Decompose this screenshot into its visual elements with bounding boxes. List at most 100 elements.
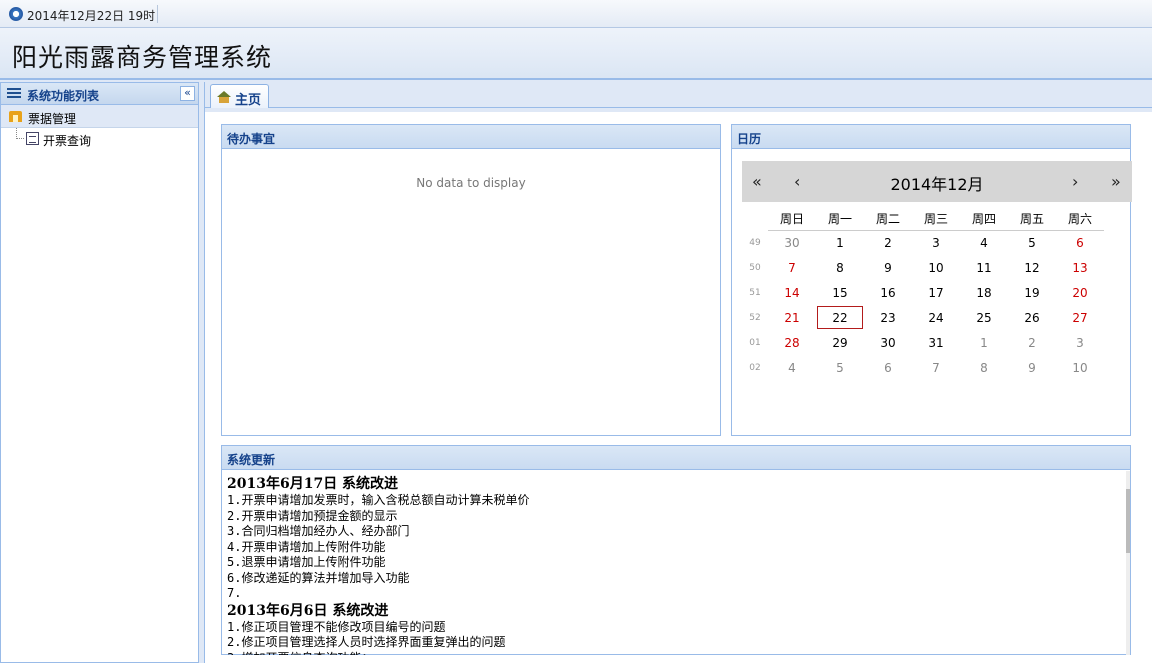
vertical-scrollbar[interactable]	[1126, 471, 1130, 655]
calendar-day[interactable]: 15	[816, 280, 864, 305]
calendar-day[interactable]: 30	[864, 330, 912, 355]
calendar-day[interactable]: 9	[864, 255, 912, 280]
tab-strip: 主页	[205, 82, 1152, 109]
separator	[157, 5, 158, 23]
calendar-day[interactable]: 14	[768, 280, 816, 305]
calendar-day[interactable]: 5	[816, 355, 864, 380]
calendar-week-row: 50 7 8 9 10 11 12 13	[742, 255, 1104, 280]
calendar-day[interactable]: 18	[960, 280, 1008, 305]
tree-node-invoice-query[interactable]: 开票查询	[1, 128, 198, 150]
update-line: 1.开票申请增加发票时，输入含税总额自动计算未税单价	[227, 493, 530, 507]
prev-month-button[interactable]: ‹	[794, 172, 800, 191]
calendar-day[interactable]: 27	[1056, 305, 1104, 330]
calendar-week-row: 02 4 5 6 7 8 9 10	[742, 355, 1104, 380]
update-line: 2.修正项目管理选择人员时选择界面重复弹出的问题	[227, 635, 506, 649]
calendar-day[interactable]: 9	[1008, 355, 1056, 380]
calendar-day[interactable]: 1	[960, 330, 1008, 355]
calendar-day[interactable]: 1	[816, 230, 864, 255]
calendar-day[interactable]: 21	[768, 305, 816, 330]
calendar-day[interactable]: 12	[1008, 255, 1056, 280]
calendar-day[interactable]: 20	[1056, 280, 1104, 305]
panel-title: 待办事宜	[227, 132, 276, 146]
week-number: 01	[749, 337, 761, 348]
calendar-day[interactable]: 24	[912, 305, 960, 330]
week-number-header	[742, 208, 768, 230]
calendar-day[interactable]: 19	[1008, 280, 1056, 305]
updates-content: 2013年6月17日 系统改进 1.开票申请增加发票时，输入含税总额自动计算未税单…	[222, 471, 1127, 655]
panel-title: 日历	[737, 132, 762, 146]
calendar-day[interactable]: 8	[960, 355, 1008, 380]
week-number: 50	[749, 262, 761, 273]
next-month-button[interactable]: ›	[1072, 172, 1078, 191]
update-line: 1.修正项目管理不能修改项目编号的问题	[227, 619, 446, 634]
todo-panel: 待办事宜 No data to display	[221, 124, 721, 436]
update-line: 3.增加开票信息查询功能：	[227, 651, 1122, 656]
calendar-day[interactable]: 28	[768, 330, 816, 355]
calendar-day[interactable]: 17	[912, 280, 960, 305]
weekday-label: 周四	[960, 208, 1008, 231]
list-icon	[7, 88, 21, 100]
calendar-day[interactable]: 16	[864, 280, 912, 305]
panel-title: 系统更新	[227, 453, 276, 467]
weekday-label: 周日	[768, 208, 816, 231]
next-year-button[interactable]: »	[1111, 172, 1121, 191]
calendar-day[interactable]: 4	[768, 355, 816, 380]
calendar-day[interactable]: 29	[816, 330, 864, 355]
calendar-day[interactable]: 10	[912, 255, 960, 280]
tree-node-label: 开票查询	[43, 134, 92, 148]
calendar-day[interactable]: 7	[768, 255, 816, 280]
calendar-day[interactable]: 30	[768, 230, 816, 255]
clock-icon	[9, 7, 23, 21]
empty-message: No data to display	[416, 176, 526, 190]
calendar-day[interactable]: 23	[864, 305, 912, 330]
calendar-day[interactable]: 5	[1008, 230, 1056, 255]
calendar-day[interactable]: 31	[912, 330, 960, 355]
calendar-day[interactable]: 6	[1056, 230, 1104, 255]
calendar-day[interactable]: 2	[1008, 330, 1056, 355]
update-line: 2.开票申请增加预提金额的显示	[227, 508, 398, 523]
update-line: 6.修改递延的算法并增加导入功能	[227, 570, 410, 585]
weekday-label: 周五	[1008, 208, 1056, 231]
weekday-header-row: 周日 周一 周二 周三 周四 周五 周六	[742, 208, 1104, 231]
sidebar-title: 系统功能列表	[27, 89, 100, 103]
calendar-day[interactable]: 13	[1056, 255, 1104, 280]
calendar-day[interactable]: 22	[816, 305, 864, 330]
calendar-day[interactable]: 3	[1056, 330, 1104, 355]
tree-node-bill-management[interactable]: 票据管理	[1, 105, 198, 128]
calendar-week-row: 52 21 22 23 24 25 26 27	[742, 305, 1104, 330]
scrollbar-thumb[interactable]	[1126, 489, 1130, 553]
sidebar: 系统功能列表 « 票据管理 开票查询	[0, 82, 199, 663]
calendar-day[interactable]: 4	[960, 230, 1008, 255]
tab-label: 主页	[235, 93, 262, 108]
week-number: 02	[749, 362, 761, 373]
calendar-day[interactable]: 6	[864, 355, 912, 380]
update-heading: 2013年6月17日 系统改进	[227, 476, 399, 492]
weekday-label: 周二	[864, 208, 912, 231]
week-number: 52	[749, 312, 761, 323]
update-line: 4.开票申请增加上传附件功能	[227, 539, 386, 554]
calendar-day[interactable]: 3	[912, 230, 960, 255]
calendar-day[interactable]: 2	[864, 230, 912, 255]
weekday-label: 周三	[912, 208, 960, 231]
calendar-days: 49 30 1 2 3 4 5 6 50 7 8 9 10 11 12 13 51 14 15 16 17 18 19 20 5…	[742, 230, 1104, 380]
sidebar-header: 系统功能列表 «	[1, 83, 198, 105]
calendar-week-row: 01 28 29 30 31 1 2 3	[742, 330, 1104, 355]
calendar-day[interactable]: 26	[1008, 305, 1056, 330]
prev-year-button[interactable]: «	[752, 172, 762, 191]
calendar-day[interactable]: 7	[912, 355, 960, 380]
calendar-day[interactable]: 25	[960, 305, 1008, 330]
calendar-week-row: 49 30 1 2 3 4 5 6	[742, 230, 1104, 255]
collapse-sidebar-button[interactable]: «	[180, 86, 195, 101]
app-title: 阳光雨露商务管理系统	[12, 43, 273, 72]
tab-home[interactable]: 主页	[210, 84, 269, 109]
calendar-day[interactable]: 10	[1056, 355, 1104, 380]
calendar-nav: 2014年12月 « ‹ › »	[742, 161, 1132, 202]
panel-header: 系统更新	[222, 446, 1130, 470]
calendar-day[interactable]: 8	[816, 255, 864, 280]
panel-header: 待办事宜	[222, 125, 720, 149]
update-heading: 2013年6月6日 系统改进	[227, 602, 389, 619]
current-datetime: 2014年12月22日 19时	[27, 9, 156, 23]
calendar-day[interactable]: 11	[960, 255, 1008, 280]
header-banner: 阳光雨露商务管理系统	[0, 28, 1152, 80]
weekday-label: 周六	[1056, 208, 1104, 231]
